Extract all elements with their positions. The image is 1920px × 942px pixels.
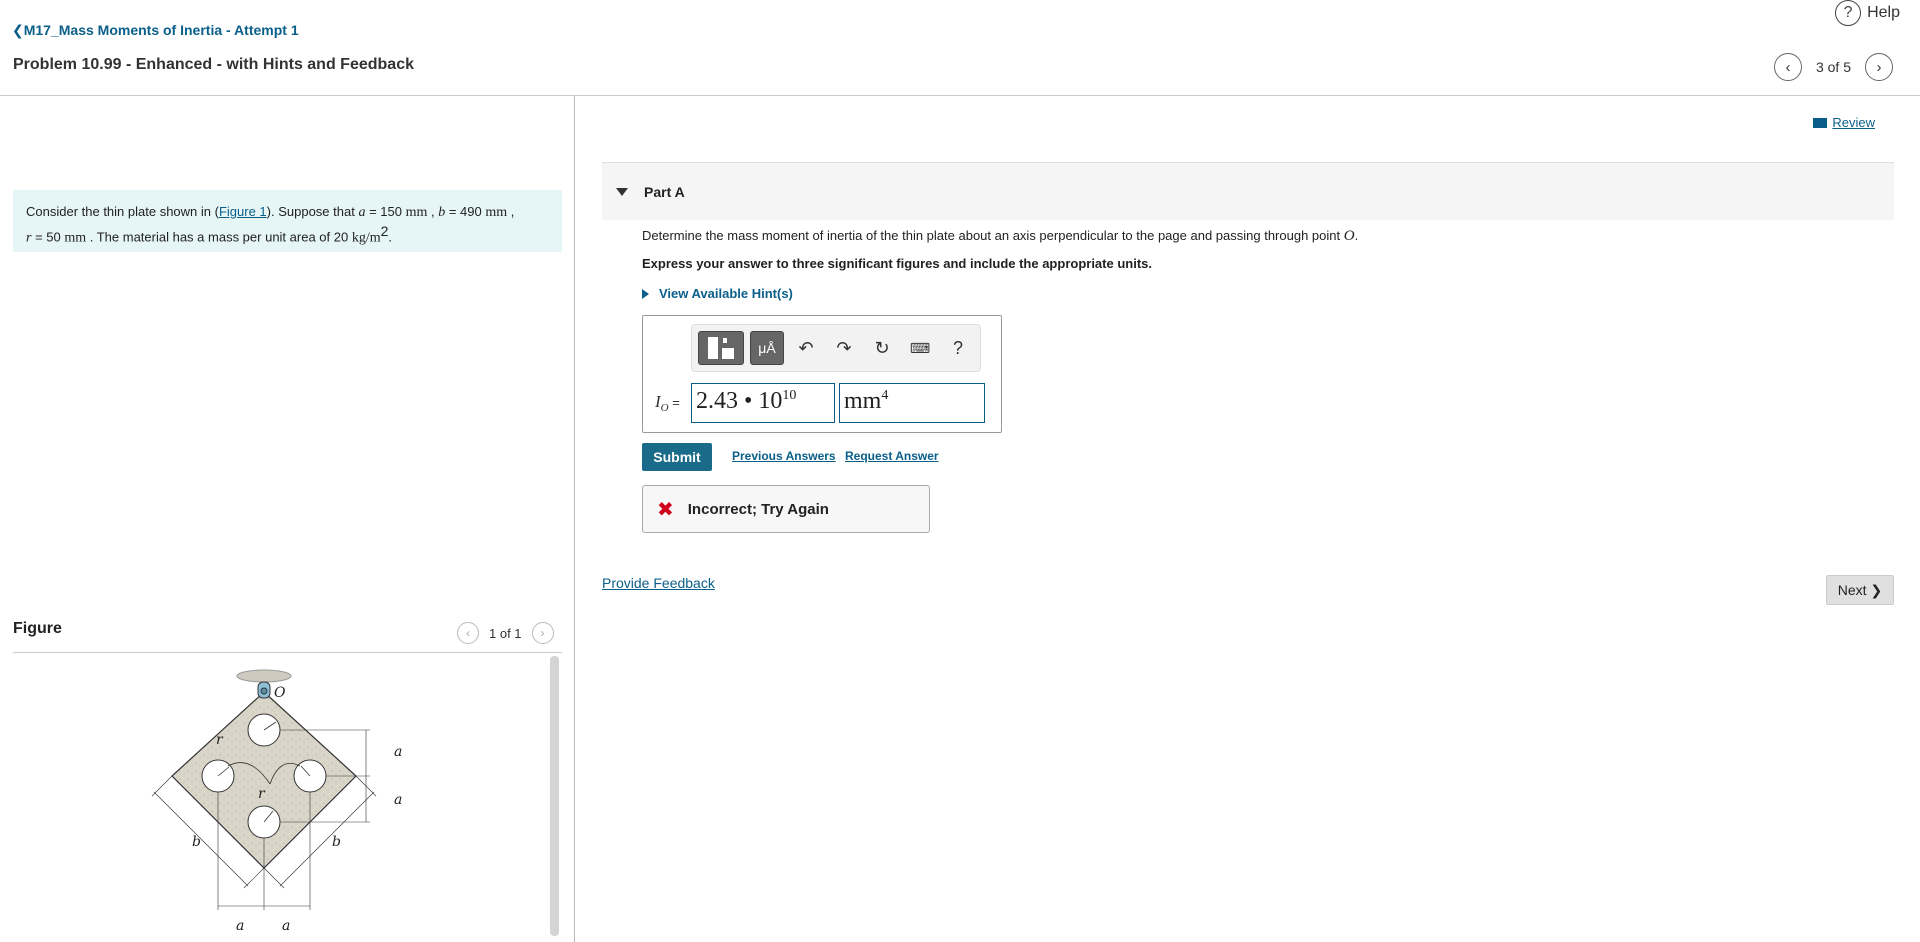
chevron-left-icon: ❮ bbox=[12, 22, 24, 38]
unit-r: mm bbox=[64, 230, 87, 246]
question-text: Determine the mass moment of inertia of … bbox=[642, 228, 1359, 244]
caret-right-icon bbox=[642, 288, 649, 299]
equals-sign: = bbox=[668, 395, 680, 410]
density-exponent: 2 bbox=[380, 223, 389, 239]
submit-button[interactable]: Submit bbox=[642, 443, 712, 471]
math-toolbar: μÅ ↶ ↷ ↻ ⌨ ? bbox=[691, 324, 981, 372]
back-link-label: M17_Mass Moments of Inertia - Attempt 1 bbox=[23, 22, 299, 38]
problem-statement: Consider the thin plate shown in (Figure… bbox=[13, 190, 562, 252]
provide-feedback-link[interactable]: Provide Feedback bbox=[602, 575, 715, 591]
next-figure-button[interactable]: › bbox=[531, 622, 554, 644]
help-button[interactable]: ? Help bbox=[1835, 0, 1900, 26]
chevron-right-icon: ❯ bbox=[1870, 581, 1883, 598]
figure-scrollbar[interactable] bbox=[550, 656, 559, 936]
review-link[interactable]: Review bbox=[1813, 115, 1875, 130]
feedback-message: ✖ Incorrect; Try Again bbox=[642, 485, 930, 533]
part-a-header[interactable]: Part A bbox=[602, 162, 1894, 220]
templates-button[interactable] bbox=[698, 331, 744, 365]
feedback-text: Incorrect; Try Again bbox=[687, 500, 829, 518]
redo-icon[interactable]: ↷ bbox=[828, 331, 860, 365]
incorrect-icon: ✖ bbox=[657, 498, 674, 521]
value-r: = 50 bbox=[31, 229, 65, 245]
label-a: a bbox=[394, 744, 402, 760]
view-hints-toggle[interactable]: View Available Hint(s) bbox=[642, 286, 793, 301]
next-label: Next bbox=[1837, 582, 1867, 598]
label-a: a bbox=[394, 792, 402, 808]
value-input[interactable]: 2.43 • 1010 bbox=[691, 383, 835, 423]
value-exponent: 10 bbox=[782, 388, 797, 403]
unit-a: mm bbox=[405, 205, 428, 220]
instruction-text: Express your answer to three significant… bbox=[642, 256, 1152, 271]
panel-divider bbox=[574, 96, 575, 942]
figure-link[interactable]: Figure 1 bbox=[219, 204, 267, 219]
pager-label: 3 of 5 bbox=[1815, 59, 1851, 75]
help-icon: ? bbox=[1835, 0, 1862, 26]
help-label: Help bbox=[1867, 4, 1900, 21]
intro-text: Consider the thin plate shown in ( bbox=[26, 204, 219, 219]
keyboard-icon[interactable]: ⌨ bbox=[904, 331, 936, 365]
part-a-label: Part A bbox=[644, 183, 685, 200]
previous-problem-button[interactable]: ‹ bbox=[1773, 53, 1802, 81]
header-divider bbox=[0, 95, 1920, 96]
figure-divider bbox=[13, 652, 562, 653]
back-link[interactable]: ❮M17_Mass Moments of Inertia - Attempt 1 bbox=[12, 22, 299, 39]
book-icon bbox=[1813, 117, 1828, 128]
templates-icon bbox=[706, 335, 736, 361]
intro-text: ). Suppose that bbox=[266, 204, 355, 219]
next-button[interactable]: Next ❯ bbox=[1826, 575, 1894, 605]
unit-exponent: 4 bbox=[881, 388, 889, 403]
reset-icon[interactable]: ↻ bbox=[866, 331, 898, 365]
figure-pager: ‹ 1 of 1 › bbox=[457, 622, 554, 644]
value-b: = 490 bbox=[445, 204, 486, 219]
label-b: b bbox=[192, 834, 201, 850]
intro-text: . The material has a mass per unit area … bbox=[89, 229, 349, 245]
toolbar-help-icon[interactable]: ? bbox=[942, 331, 974, 365]
label-a: a bbox=[282, 918, 290, 934]
next-problem-button[interactable]: › bbox=[1865, 53, 1893, 81]
point-symbol: O bbox=[1343, 228, 1355, 244]
caret-down-icon bbox=[616, 187, 628, 196]
answer-subscript: O bbox=[660, 402, 669, 414]
unit-input[interactable]: mm4 bbox=[839, 383, 985, 423]
unit-b: mm bbox=[485, 205, 508, 220]
problem-title: Problem 10.99 - Enhanced - with Hints an… bbox=[13, 56, 414, 73]
hints-label: View Available Hint(s) bbox=[659, 286, 793, 301]
label-O: O bbox=[274, 685, 286, 701]
label-b: b bbox=[332, 834, 341, 850]
value-a: = 150 bbox=[365, 204, 406, 219]
question-body: Determine the mass moment of inertia of … bbox=[642, 228, 1341, 243]
answer-label: IO = bbox=[655, 392, 680, 414]
answer-box: μÅ ↶ ↷ ↻ ⌨ ? IO = 2.43 • 1010 mm4 bbox=[642, 315, 1002, 433]
plate-figure: O r r a a a a b b bbox=[151, 669, 402, 934]
unit-text: mm bbox=[844, 388, 882, 414]
undo-icon[interactable]: ↶ bbox=[790, 331, 822, 365]
review-label: Review bbox=[1832, 115, 1875, 130]
label-a: a bbox=[236, 918, 244, 934]
value-mantissa: 2.43 • 10 bbox=[696, 388, 783, 414]
previous-answers-link[interactable]: Previous Answers bbox=[732, 449, 836, 463]
density-unit: kg/m bbox=[351, 230, 381, 246]
previous-figure-button[interactable]: ‹ bbox=[457, 622, 479, 644]
problem-pager: ‹ 3 of 5 › bbox=[1773, 53, 1893, 81]
figure-heading: Figure bbox=[13, 620, 62, 637]
figure-pager-label: 1 of 1 bbox=[489, 625, 522, 641]
request-answer-link[interactable]: Request Answer bbox=[845, 449, 939, 463]
units-button[interactable]: μÅ bbox=[750, 331, 784, 365]
